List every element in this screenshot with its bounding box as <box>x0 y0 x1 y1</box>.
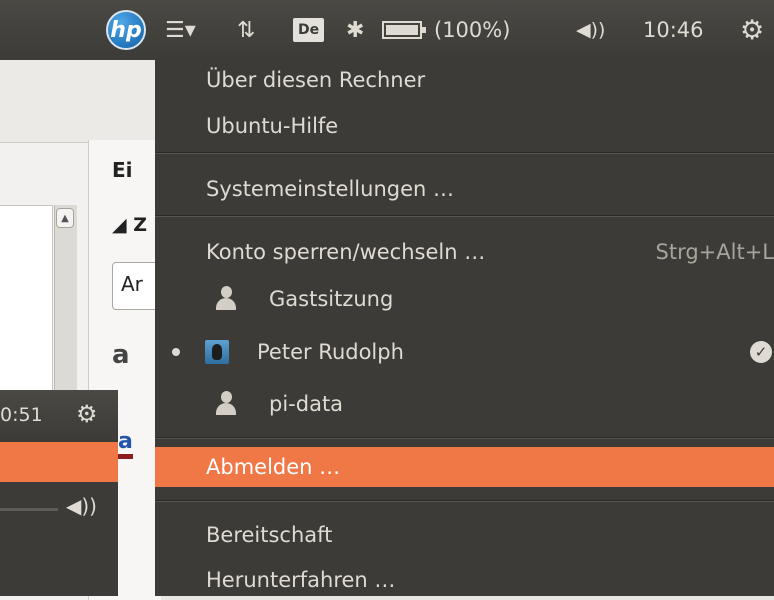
menu-item-help[interactable]: Ubuntu-Hilfe <box>155 106 774 146</box>
menu-item-shutdown[interactable]: Herunterfahren … <box>155 560 774 600</box>
menu-item-suspend[interactable]: Bereitschaft <box>155 515 774 555</box>
battery-indicator[interactable]: (100%) <box>382 0 510 60</box>
menu-item-label: Peter Rudolph <box>257 340 404 364</box>
menu-item-label: Abmelden … <box>206 455 341 479</box>
menu-item-label: Über diesen Rechner <box>206 68 426 92</box>
menu-item-label: Herunterfahren … <box>206 568 396 592</box>
font-sample-button[interactable]: a <box>112 340 130 370</box>
vertical-scrollbar[interactable] <box>54 205 77 395</box>
menu-separator <box>155 437 774 439</box>
inset-highlighted-item <box>0 442 118 482</box>
menu-item-label: Konto sperren/wechseln … <box>206 240 486 264</box>
menu-item-guest-session[interactable]: Gastsitzung <box>155 279 774 319</box>
underline-color-button[interactable]: a <box>118 430 133 459</box>
session-menu: Über diesen Rechner Ubuntu-Hilfe Systeme… <box>155 60 774 596</box>
scroll-up-arrow-icon[interactable]: ▲ <box>56 208 74 228</box>
clock[interactable]: 10:46 <box>643 0 704 60</box>
inset-gear-icon: ⚙ <box>76 400 98 428</box>
section-expander[interactable]: ◢ Z <box>112 214 147 236</box>
network-arrows-icon[interactable]: ⇅ <box>237 0 255 60</box>
inset-volume-slider <box>0 508 58 511</box>
volume-icon[interactable]: ◀)) <box>576 0 605 60</box>
hp-logo-icon[interactable]: hp <box>106 0 146 60</box>
inset-clock: 0:51 <box>0 404 43 426</box>
menu-item-system-settings[interactable]: Systemeinstellungen … <box>155 169 774 209</box>
menu-item-user-peter[interactable]: Peter Rudolph ✓ <box>155 332 774 372</box>
session-gear-icon[interactable]: ⚙ <box>740 0 764 60</box>
menu-item-label: Systemeinstellungen … <box>206 177 454 201</box>
user-icon <box>215 286 237 312</box>
top-panel: hp ☰▾ ⇅ De ✱ (100%) ◀)) 10:46 ⚙ <box>0 0 774 60</box>
menu-separator <box>155 215 774 217</box>
menu-item-logout[interactable]: Abmelden … <box>155 447 774 487</box>
user-icon <box>215 391 237 417</box>
inset-screenshot: 0:51 ⚙ ◀)) <box>0 390 118 596</box>
battery-percent: (100%) <box>434 18 511 42</box>
keyboard-layout-label: De <box>293 18 325 42</box>
active-session-dot-icon <box>172 348 180 356</box>
menu-item-label: Bereitschaft <box>206 523 333 547</box>
menu-item-label: Gastsitzung <box>269 287 394 311</box>
checkmark-icon: ✓ <box>750 341 772 363</box>
battery-icon <box>382 21 426 39</box>
menu-item-lock-switch[interactable]: Konto sperren/wechseln … Strg+Alt+L <box>155 232 774 272</box>
keyboard-layout-indicator[interactable]: De <box>293 0 325 60</box>
penguin-avatar-icon <box>205 340 229 364</box>
menu-separator <box>155 500 774 502</box>
inset-volume-icon: ◀)) <box>66 494 97 518</box>
document-area[interactable] <box>0 205 53 396</box>
messaging-menu-icon[interactable]: ☰▾ <box>165 0 196 60</box>
menu-item-label: pi-data <box>269 392 344 416</box>
menu-item-about[interactable]: Über diesen Rechner <box>155 60 774 100</box>
menu-item-shortcut: Strg+Alt+L <box>655 240 774 264</box>
menu-separator <box>155 152 774 154</box>
bluetooth-icon[interactable]: ✱ <box>346 0 364 60</box>
background-toolbar <box>0 60 160 143</box>
properties-title: Ei <box>112 158 133 182</box>
menu-item-label: Ubuntu-Hilfe <box>206 114 339 138</box>
menu-item-pi-data[interactable]: pi-data <box>155 384 774 424</box>
